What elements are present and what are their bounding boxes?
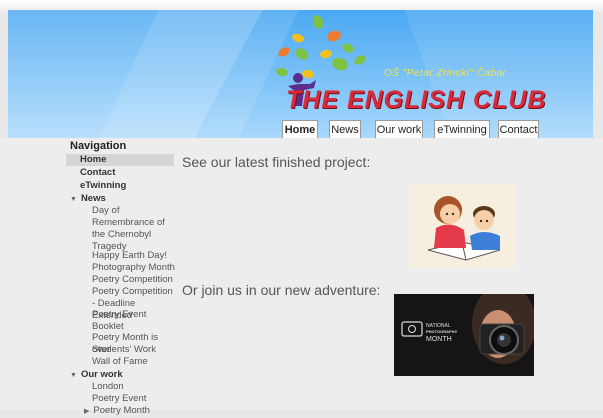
sidebar-item-students-work[interactable]: Students' Work: [92, 344, 178, 356]
sidebar-item-etwinning[interactable]: eTwinning: [80, 180, 174, 192]
sidebar-item-chernobyl[interactable]: Day of Remembrance of the Chernobyl Trag…: [92, 205, 178, 253]
sidebar-item-home[interactable]: Home: [66, 154, 174, 166]
sidebar-item-wall-of-fame[interactable]: Wall of Fame: [92, 356, 178, 368]
tab-our-work[interactable]: Our work: [375, 120, 423, 138]
photo-overlay-line2: PHOTOGRAPHY: [426, 329, 458, 334]
nav-heading: Navigation: [70, 140, 127, 152]
sidebar-item-poetry-event[interactable]: Poetry Event: [92, 393, 178, 405]
club-title: THE ENGLISH CLUB: [286, 86, 547, 114]
kids-reading-image[interactable]: [410, 184, 516, 268]
sidebar-item-poetry-competition[interactable]: Poetry Competition: [92, 274, 178, 286]
sidebar-item-earth-day[interactable]: Happy Earth Day!: [92, 250, 178, 262]
project-heading: See our latest finished project:: [182, 154, 371, 170]
sidebar-item-photography-month[interactable]: Photography Month: [92, 262, 178, 274]
tab-contact[interactable]: Contact: [498, 120, 539, 138]
caret-right-icon: ▶: [84, 408, 90, 415]
sidebar-section-label: Our work: [80, 369, 123, 380]
tab-etwinning[interactable]: eTwinning: [434, 120, 490, 138]
tab-home[interactable]: Home: [282, 120, 318, 140]
tab-news[interactable]: News: [329, 120, 361, 138]
sidebar-item-contact[interactable]: Contact: [80, 167, 174, 179]
sidebar-item-label: Poetry Month: [93, 405, 150, 416]
sidebar-section-label: News: [80, 193, 106, 204]
photography-month-image[interactable]: NATIONAL PHOTOGRAPHY MONTH: [394, 294, 534, 376]
caret-down-icon: ▼: [70, 372, 77, 379]
school-name: OŠ "Petar Zrinski" Čabar: [384, 68, 507, 79]
sidebar-item-london[interactable]: London: [92, 381, 178, 393]
caret-down-icon: ▼: [70, 196, 77, 203]
photo-overlay-line3: MONTH: [426, 336, 452, 343]
sidebar-item-poetry-month[interactable]: ▶ Poetry Month: [84, 405, 178, 418]
adventure-heading: Or join us in our new adventure:: [182, 282, 381, 298]
sidebar-item-poetry-booklet[interactable]: Poetry Event Booklet: [92, 309, 178, 333]
